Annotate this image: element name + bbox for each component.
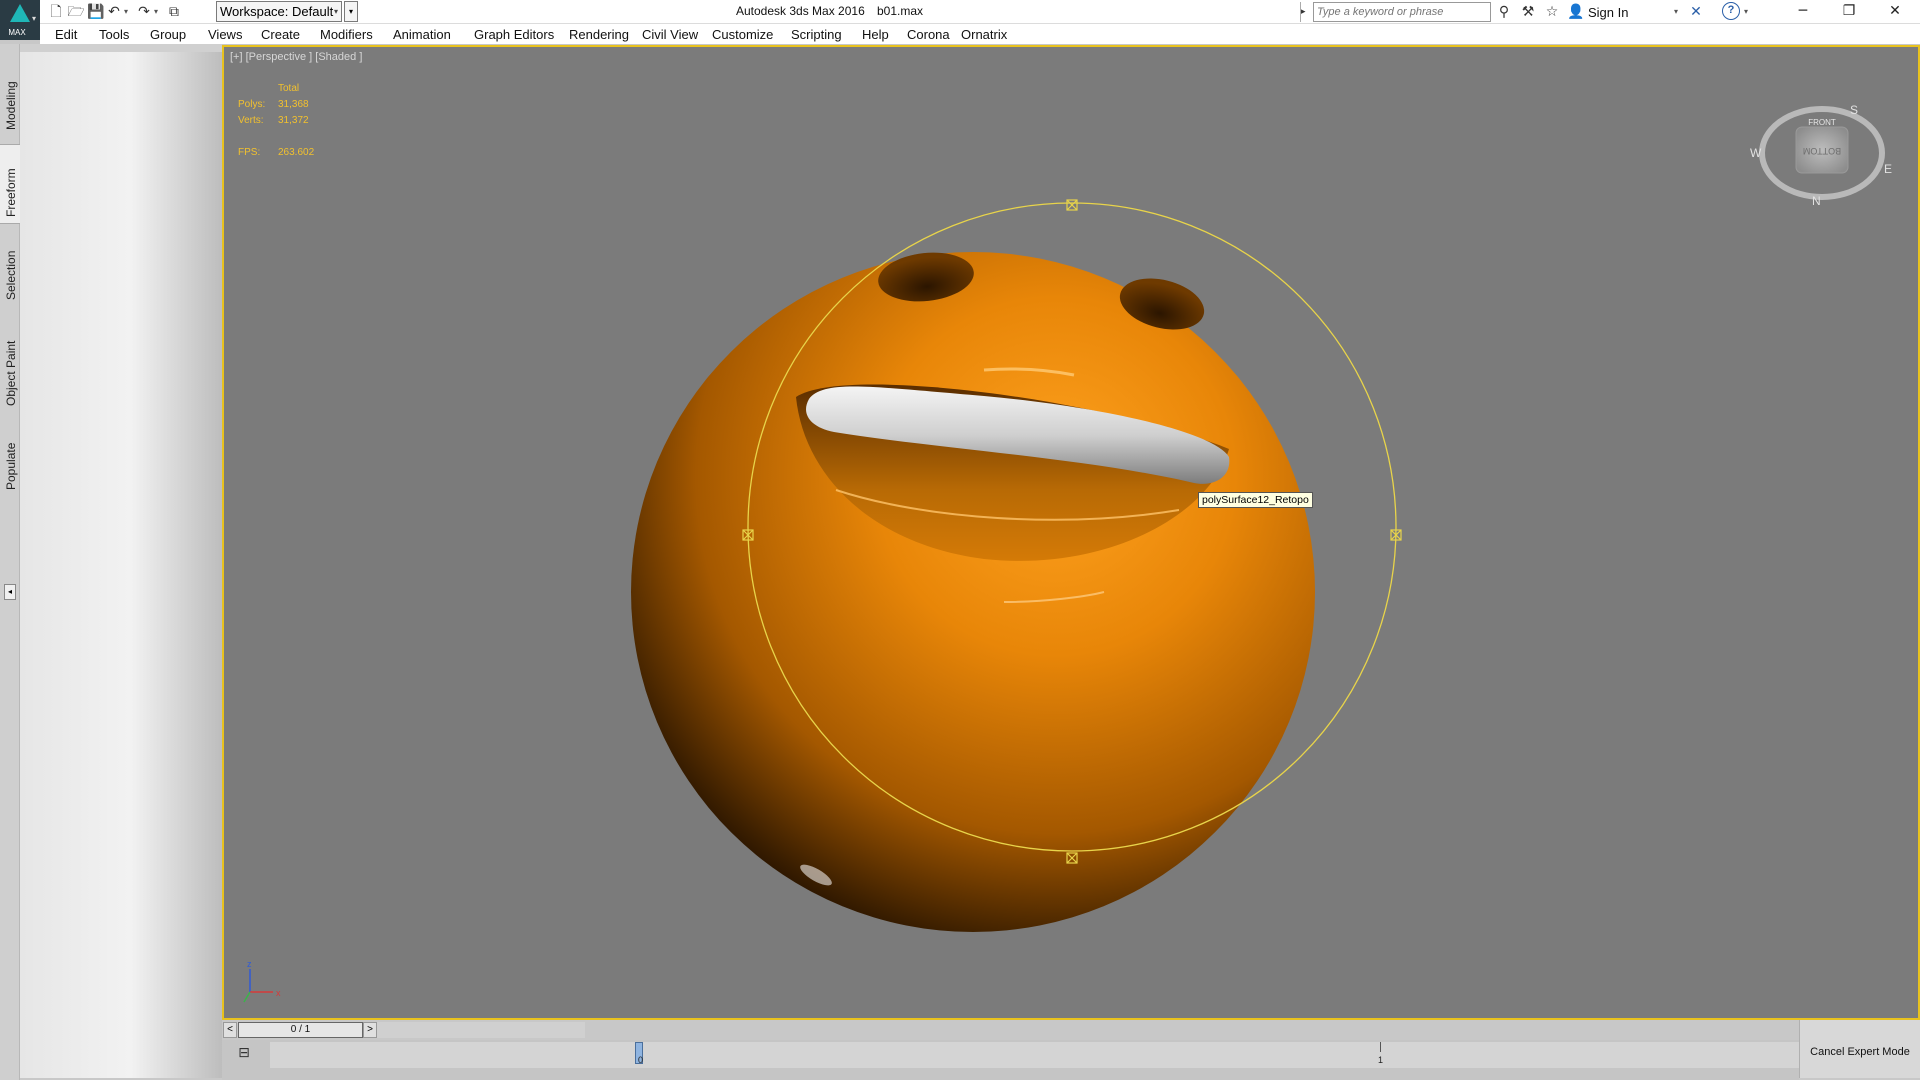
workspace-label: Workspace: Default: [220, 4, 334, 19]
ribbon-tab-strip: Modeling Freeform Selection Object Paint…: [0, 44, 20, 1080]
tab-populate[interactable]: Populate: [0, 434, 20, 514]
tab-object-paint-label: Object Paint: [4, 340, 18, 406]
save-icon[interactable]: 💾: [86, 2, 106, 22]
smiley-ball-body[interactable]: [631, 252, 1315, 932]
open-folder-icon[interactable]: 🗁: [66, 2, 86, 22]
menu-rendering[interactable]: Rendering: [569, 27, 629, 42]
mini-curve-editor-icon[interactable]: ⊟: [234, 1044, 254, 1062]
window-file-name: b01.max: [877, 4, 924, 18]
frame-0-label: 0: [638, 1055, 644, 1065]
binoculars-icon[interactable]: ⚲: [1494, 2, 1514, 22]
compass-e: E: [1884, 162, 1892, 176]
redo-dropdown-icon[interactable]: ▾: [154, 2, 158, 22]
ribbon-panel: [20, 44, 222, 1078]
chevron-down-icon[interactable]: ▾: [1674, 2, 1678, 22]
chevron-down-icon: ▾: [333, 7, 338, 16]
workspace-dropdown[interactable]: Workspace: Default ▾: [216, 1, 342, 22]
title-bar: MAX ▾ 🗋 🗁 💾 ↶ ▾ ↷ ▾ ⧉ Workspace: Default…: [0, 0, 1920, 40]
exchange-apps-icon[interactable]: ✕: [1686, 2, 1706, 22]
window-title: Autodesk 3ds Max 2016: [736, 4, 865, 18]
chevron-down-icon[interactable]: ▾: [1744, 2, 1748, 22]
menu-views[interactable]: Views: [208, 27, 242, 42]
viewport-scene: FRONT BOTTOM S W E N z x: [243, 103, 1892, 1003]
minimize-button[interactable]: ─: [1780, 0, 1826, 24]
time-slider: < 0 / 1 >: [222, 1020, 1799, 1040]
viewcube-face-main: BOTTOM: [1803, 146, 1841, 156]
time-slider-thumb[interactable]: 0 / 1: [238, 1022, 363, 1038]
logo-text: MAX: [8, 28, 26, 37]
frame-1-label: 1: [1378, 1055, 1384, 1065]
chevron-down-icon: ▾: [32, 14, 37, 23]
compass-w: W: [1750, 146, 1762, 160]
ribbon-collapse-icon[interactable]: ◂: [4, 584, 16, 600]
help-icon[interactable]: ?: [1722, 2, 1740, 20]
axis-tripod-icon: z x: [243, 959, 281, 1003]
axis-x-label: x: [276, 988, 281, 998]
redo-icon[interactable]: ↷: [134, 2, 154, 22]
app-window: MAX ▾ 🗋 🗁 💾 ↶ ▾ ↷ ▾ ⧉ Workspace: Default…: [0, 0, 1920, 1080]
tab-selection[interactable]: Selection: [0, 244, 20, 324]
tab-modeling[interactable]: Modeling: [0, 54, 20, 134]
menu-tools[interactable]: Tools: [99, 27, 129, 42]
project-folder-icon[interactable]: ⧉: [164, 2, 184, 22]
menu-bar: Edit Tools Group Views Create Modifiers …: [40, 24, 1920, 44]
restore-button[interactable]: ❐: [1826, 0, 1872, 24]
menu-edit[interactable]: Edit: [55, 27, 77, 42]
track-bar-timeline[interactable]: [270, 1042, 1800, 1068]
time-slider-next-button[interactable]: >: [363, 1022, 377, 1038]
tab-freeform-label: Freeform: [4, 168, 18, 217]
perspective-viewport[interactable]: [+] [Perspective ] [Shaded ] Total Polys…: [222, 45, 1920, 1020]
menu-ornatrix[interactable]: Ornatrix: [961, 27, 1007, 42]
compass-n: N: [1812, 194, 1821, 208]
close-button[interactable]: ✕: [1872, 0, 1918, 24]
viewcube[interactable]: FRONT BOTTOM S W E N: [1750, 103, 1892, 208]
menu-modifiers[interactable]: Modifiers: [320, 27, 373, 42]
menu-help[interactable]: Help: [862, 27, 889, 42]
cancel-expert-mode-button[interactable]: Cancel Expert Mode: [1799, 1020, 1920, 1078]
axis-z-label: z: [247, 959, 252, 969]
application-button[interactable]: MAX ▾: [0, 0, 40, 40]
object-name-tooltip: polySurface12_Retopo: [1198, 492, 1313, 508]
tab-object-paint[interactable]: Object Paint: [0, 334, 20, 424]
menu-graph-editors[interactable]: Graph Editors: [474, 27, 554, 42]
menu-civil-view[interactable]: Civil View: [642, 27, 698, 42]
compass-s: S: [1850, 103, 1858, 117]
user-icon[interactable]: 👤: [1566, 2, 1586, 22]
frame-1-tick: [1380, 1042, 1381, 1052]
sign-in-button[interactable]: Sign In: [1588, 5, 1628, 20]
tab-freeform[interactable]: Freeform: [0, 144, 20, 224]
menu-scripting[interactable]: Scripting: [791, 27, 842, 42]
track-bar: ⊟ 0 1: [222, 1040, 1800, 1080]
undo-dropdown-icon[interactable]: ▾: [124, 2, 128, 22]
menu-group[interactable]: Group: [150, 27, 186, 42]
search-input[interactable]: [1313, 2, 1491, 22]
max-logo-icon: [10, 4, 30, 22]
time-slider-prev-button[interactable]: <: [223, 1022, 237, 1038]
menu-create[interactable]: Create: [261, 27, 300, 42]
viewcube-face-top: FRONT: [1808, 118, 1836, 127]
menu-customize[interactable]: Customize: [712, 27, 773, 42]
menu-corona[interactable]: Corona: [907, 27, 950, 42]
new-file-icon[interactable]: 🗋: [46, 2, 66, 22]
tab-modeling-label: Modeling: [4, 81, 18, 130]
undo-icon[interactable]: ↶: [104, 2, 124, 22]
menu-animation[interactable]: Animation: [393, 27, 451, 42]
favorites-star-icon[interactable]: ☆: [1542, 2, 1562, 22]
tab-populate-label: Populate: [4, 442, 18, 490]
subscription-icon[interactable]: ⚒: [1518, 2, 1538, 22]
customize-toolbar-icon[interactable]: ▾: [344, 1, 358, 22]
search-expand-icon[interactable]: ▸: [1300, 2, 1312, 22]
tab-selection-label: Selection: [4, 250, 18, 300]
